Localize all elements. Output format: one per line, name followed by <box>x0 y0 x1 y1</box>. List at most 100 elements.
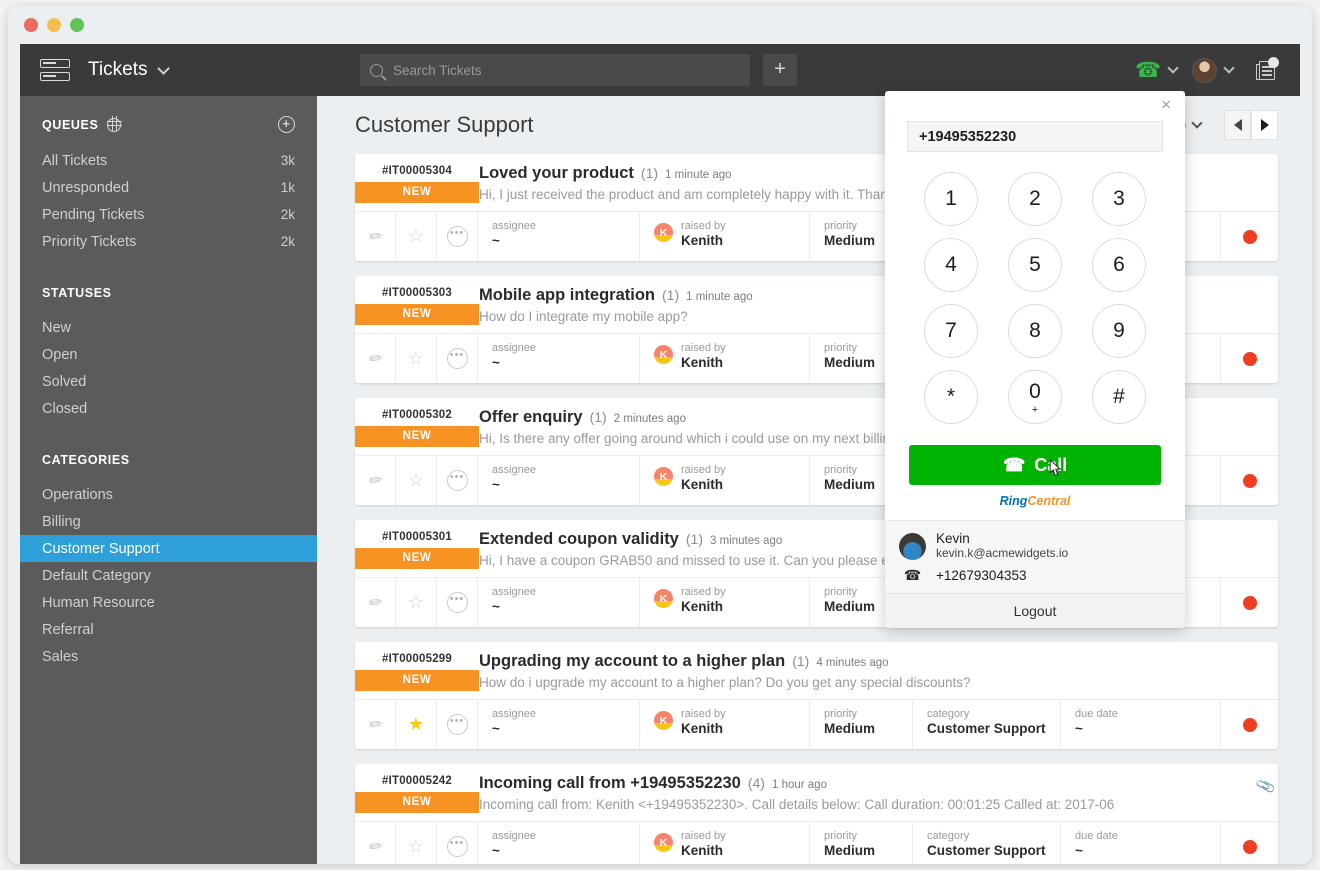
more-options-icon[interactable]: ••• <box>437 334 478 383</box>
raised-by-avatar: K <box>654 711 673 730</box>
pin-icon[interactable]: ✐ <box>355 456 396 505</box>
ticket-card-actions: ✐ ☆ ••• assignee ~ Kraised by Kenith priority Me… <box>355 821 1278 864</box>
pin-icon[interactable]: ✐ <box>355 578 396 627</box>
more-options-icon[interactable]: ••• <box>437 456 478 505</box>
window-maximize-button[interactable] <box>70 18 84 32</box>
add-queue-button[interactable]: + <box>278 116 295 133</box>
phone-chevron-down-icon[interactable] <box>1167 61 1179 74</box>
more-options-icon[interactable]: ••• <box>437 212 478 261</box>
avatar[interactable] <box>1192 57 1217 83</box>
more-options-icon[interactable]: ••• <box>437 578 478 627</box>
sidebar-item-label: Operations <box>42 486 113 503</box>
star-icon[interactable]: ☆ <box>396 334 437 383</box>
sidebar-item-unresponded[interactable]: Unresponded 1k <box>20 174 317 201</box>
sidebar-status-open[interactable]: Open <box>20 341 317 368</box>
star-icon[interactable]: ☆ <box>396 212 437 261</box>
ticket-timestamp: 1 minute ago <box>686 291 753 303</box>
dialer-key-1[interactable]: 1 <box>924 172 978 226</box>
ticket-subject[interactable]: Upgrading my account to a higher plan <box>479 652 785 671</box>
window-minimize-button[interactable] <box>47 18 61 32</box>
search-input[interactable] <box>393 62 723 78</box>
pagination-prev-button[interactable] <box>1224 110 1251 140</box>
pin-icon[interactable]: ✐ <box>355 700 396 749</box>
dialer-key-4[interactable]: 4 <box>924 238 978 292</box>
ticket-card[interactable]: #IT00005299 NEW Upgrading my account to a … <box>355 642 1278 749</box>
status-badge: NEW <box>355 304 479 325</box>
dialer-key-label: 0 <box>1029 380 1041 403</box>
ticket-field-label: raised by <box>681 586 726 598</box>
sidebar-status-new[interactable]: New <box>20 314 317 341</box>
sidebar-category-billing[interactable]: Billing <box>20 508 317 535</box>
gear-icon[interactable] <box>107 115 122 132</box>
dialer-key-5[interactable]: 5 <box>1008 238 1062 292</box>
dialer-key-3[interactable]: 3 <box>1092 172 1146 226</box>
pagination-next-button[interactable] <box>1251 110 1278 140</box>
window-close-button[interactable] <box>24 18 38 32</box>
ticket-field-value: ~ <box>492 721 500 736</box>
pin-icon[interactable]: ✐ <box>355 334 396 383</box>
chevron-down-icon[interactable] <box>157 61 171 75</box>
sidebar-category-default-category[interactable]: Default Category <box>20 562 317 589</box>
call-button[interactable]: ☎ Call <box>909 445 1161 485</box>
sidebar-item-priority-tickets[interactable]: Priority Tickets 2k <box>20 228 317 255</box>
dialer-key-label: 2 <box>1029 187 1041 210</box>
hamburger-icon[interactable] <box>40 59 70 81</box>
ticket-subject[interactable]: Extended coupon validity <box>479 530 679 549</box>
sidebar-item-pending-tickets[interactable]: Pending Tickets 2k <box>20 201 317 228</box>
dialer-key-hash[interactable]: # <box>1092 370 1146 424</box>
categories-header-label: CATEGORIES <box>42 453 130 467</box>
ticket-message-count: (1) <box>792 653 810 669</box>
star-icon[interactable]: ☆ <box>396 456 437 505</box>
more-options-icon[interactable]: ••• <box>437 822 478 864</box>
pin-icon[interactable]: ✐ <box>355 212 396 261</box>
dialer-number-input[interactable] <box>907 121 1163 152</box>
logout-button[interactable]: Logout <box>885 593 1185 628</box>
ticket-subject[interactable]: Offer enquiry <box>479 408 583 427</box>
sidebar-status-solved[interactable]: Solved <box>20 368 317 395</box>
sidebar-item-count: 2k <box>280 207 295 222</box>
categories-header: CATEGORIES <box>20 453 317 467</box>
ticket-card[interactable]: #IT00005242 NEW Incoming call from +194953… <box>355 764 1278 864</box>
dialer-key-0[interactable]: 0 + <box>1008 370 1062 424</box>
ticket-field-label: assignee <box>492 586 537 598</box>
ticket-field-value: ~ <box>492 477 500 492</box>
sidebar-category-human-resource[interactable]: Human Resource <box>20 589 317 616</box>
dialer-key-7[interactable]: 7 <box>924 304 978 358</box>
ticket-subject[interactable]: Mobile app integration <box>479 286 655 305</box>
search-box[interactable] <box>360 54 750 86</box>
sidebar-item-label: Pending Tickets <box>42 206 145 223</box>
star-icon[interactable]: ☆ <box>396 822 437 864</box>
dialer-key-8[interactable]: 8 <box>1008 304 1062 358</box>
close-icon[interactable]: × <box>885 91 1185 113</box>
dialer-key-2[interactable]: 2 <box>1008 172 1062 226</box>
window-titlebar <box>8 6 1312 44</box>
dialer-key-6[interactable]: 6 <box>1092 238 1146 292</box>
raised-by-avatar: K <box>654 833 673 852</box>
phone-icon[interactable]: ☎ <box>1135 58 1161 83</box>
dialer-key-star[interactable]: * <box>924 370 978 424</box>
sidebar-category-referral[interactable]: Referral <box>20 616 317 643</box>
star-icon[interactable]: ★ <box>396 700 437 749</box>
ticket-field-value: ~ <box>1075 843 1083 858</box>
sidebar-category-customer-support[interactable]: Customer Support <box>20 535 317 562</box>
sidebar-item-all-tickets[interactable]: All Tickets 3k <box>20 147 317 174</box>
sidebar-category-sales[interactable]: Sales <box>20 643 317 670</box>
sidebar-category-operations[interactable]: Operations <box>20 481 317 508</box>
ticket-id: #IT00005302 <box>382 409 452 421</box>
new-ticket-button[interactable]: + <box>763 54 797 86</box>
ticket-subject[interactable]: Incoming call from +19495352230 <box>479 774 741 793</box>
ticket-id: #IT00005242 <box>382 775 452 787</box>
ticket-field-due-date: due date~ <box>1061 700 1221 749</box>
dialer-key-9[interactable]: 9 <box>1092 304 1146 358</box>
ticket-subject[interactable]: Loved your product <box>479 164 634 183</box>
ticket-field-label: assignee <box>492 464 537 476</box>
more-options-icon[interactable]: ••• <box>437 700 478 749</box>
ticket-field-label: priority <box>824 342 858 354</box>
sidebar-status-closed[interactable]: Closed <box>20 395 317 422</box>
ticket-field-label: due date <box>1075 708 1118 720</box>
star-icon[interactable]: ☆ <box>396 578 437 627</box>
pin-icon[interactable]: ✐ <box>355 822 396 864</box>
notes-icon[interactable] <box>1256 57 1279 82</box>
avatar-chevron-down-icon[interactable] <box>1223 61 1235 74</box>
ticket-field-label: priority <box>824 586 858 598</box>
